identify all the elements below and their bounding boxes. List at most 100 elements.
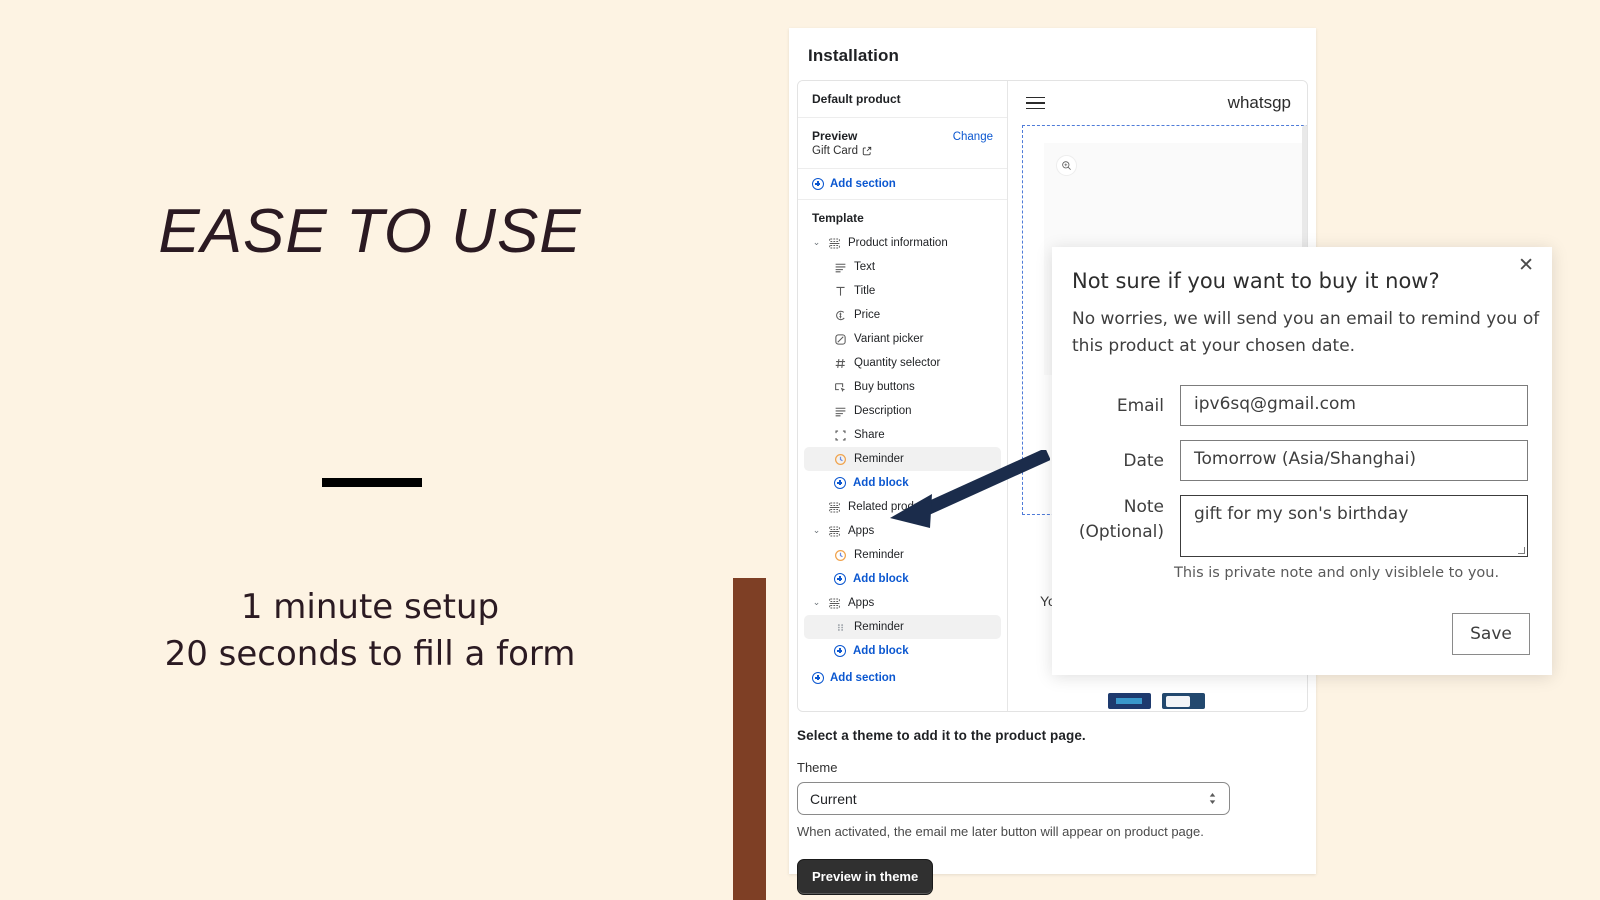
tree-item-apps[interactable]: ⌄ Apps (804, 591, 1001, 615)
tree-item-label: Apps (848, 525, 875, 537)
preview-product-value: Gift Card (812, 145, 993, 157)
plus-circle-icon (834, 477, 846, 489)
description-icon (834, 405, 847, 418)
store-topbar: whatsgp (1008, 81, 1307, 125)
tree-item-share[interactable]: Share (804, 423, 1001, 447)
plus-circle-icon (834, 645, 846, 657)
external-link-icon (862, 146, 872, 156)
page-headline: EASE TO USE (158, 197, 582, 266)
section-icon (828, 525, 841, 538)
default-product-section: Default product (798, 81, 1007, 118)
date-field[interactable]: Tomorrow (Asia/Shanghai) (1180, 440, 1528, 481)
close-icon[interactable]: ✕ (1518, 256, 1534, 275)
zoom-in-glyph (1062, 161, 1071, 170)
email-label: Email (1116, 396, 1164, 416)
modal-description: No worries, we will send you an email to… (1072, 309, 1540, 356)
hash-icon (834, 357, 847, 370)
email-field-row: Email ipv6sq@gmail.com (1062, 385, 1528, 426)
tree-item-product-information[interactable]: ⌄ Product information (804, 231, 1001, 255)
plus-circle-icon (812, 178, 824, 190)
text-icon (834, 261, 847, 274)
promo-subtext-line-2: 20 seconds to fill a form (164, 634, 576, 674)
zoom-in-icon[interactable] (1056, 155, 1077, 176)
variant-picker-icon (834, 333, 847, 346)
section-icon (828, 597, 841, 610)
theme-select[interactable]: Current (797, 782, 1230, 815)
payment-badge (1108, 693, 1151, 709)
reminder-modal: ✕ Not sure if you want to buy it now? No… (1052, 247, 1552, 675)
tree-item-title[interactable]: Title (804, 279, 1001, 303)
chevron-down-icon[interactable]: ⌄ (812, 237, 821, 248)
tree-item-buy-buttons[interactable]: Buy buttons (804, 375, 1001, 399)
promo-subtext: 1 minute setup 20 seconds to fill a form (0, 584, 740, 678)
reminder-app-icon (834, 549, 847, 562)
tree-item-label: Add block (853, 573, 909, 585)
plus-circle-icon (834, 573, 846, 585)
save-button[interactable]: Save (1452, 613, 1530, 655)
add-section-bottom-button[interactable]: Add section (798, 663, 1007, 693)
resize-handle-icon[interactable] (1518, 547, 1525, 554)
tree-item-label: Description (854, 405, 912, 417)
theme-section: Select a theme to add it to the product … (797, 728, 1297, 895)
tree-item-add-block[interactable]: Add block (804, 567, 1001, 591)
store-brand-name: whatsgp (1227, 93, 1291, 112)
title-icon (834, 285, 847, 298)
tree-item-label: Quantity selector (854, 357, 941, 369)
tree-item-price[interactable]: Price (804, 303, 1001, 327)
hamburger-icon[interactable] (1026, 96, 1045, 110)
note-help-text: This is private note and only visiblele … (1174, 565, 1500, 581)
theme-field-label: Theme (797, 760, 838, 775)
tree-item-variant-picker[interactable]: Variant picker (804, 327, 1001, 351)
template-tree: ⌄ Product information Text Title Price Varian… (798, 231, 1007, 663)
default-product-label: Default product (812, 92, 901, 106)
tree-item-quantity-selector[interactable]: Quantity selector (804, 351, 1001, 375)
preview-in-theme-button[interactable]: Preview in theme (797, 859, 934, 895)
accent-bar (733, 578, 766, 900)
tree-item-label: Add block (853, 645, 909, 657)
date-label: Date (1123, 451, 1164, 471)
tree-item-label: Text (854, 261, 876, 273)
note-label: Note (Optional) (1078, 497, 1164, 542)
tree-item-label: Apps (848, 597, 875, 609)
date-field-row: Date Tomorrow (Asia/Shanghai) (1062, 440, 1528, 481)
chevron-down-icon[interactable]: ⌄ (812, 525, 821, 536)
email-field[interactable]: ipv6sq@gmail.com (1180, 385, 1528, 426)
tree-item-label: Reminder (854, 549, 904, 561)
section-icon (828, 501, 841, 514)
drag-handle-icon (834, 621, 847, 634)
tree-item-label: Share (854, 429, 885, 441)
note-textarea[interactable]: gift for my son's birthday (1180, 495, 1528, 557)
share-icon (834, 429, 847, 442)
reminder-app-icon (834, 453, 847, 466)
tree-item-label: Price (854, 309, 881, 321)
chevron-updown-icon (1209, 793, 1216, 804)
preview-section: Preview Change Gift Card (798, 118, 1007, 169)
template-label: Template (812, 211, 864, 225)
promo-subtext-line-1: 1 minute setup (240, 587, 500, 627)
promo-column: EASE TO USE 1 minute setup 20 seconds to… (0, 0, 740, 900)
tree-item-label: Variant picker (854, 333, 924, 345)
payment-badge (1162, 693, 1205, 709)
plus-circle-icon (812, 672, 824, 684)
tree-item-label: Reminder (854, 621, 904, 633)
theme-heading: Select a theme to add it to the product … (797, 728, 1086, 743)
theme-select-value: Current (810, 790, 857, 807)
note-field-row: Note (Optional) gift for my son's birthd… (1062, 495, 1528, 557)
modal-title: Not sure if you want to buy it now? (1072, 269, 1440, 293)
theme-help-text: When activated, the email me later butto… (797, 824, 1204, 839)
tree-item-label: Buy buttons (854, 381, 915, 393)
price-icon (834, 309, 847, 322)
change-link[interactable]: Change (953, 131, 993, 143)
tree-item-reminder[interactable]: Reminder (804, 615, 1001, 639)
page-title: Installation (808, 46, 899, 65)
tree-item-description[interactable]: Description (804, 399, 1001, 423)
add-section-top-button[interactable]: Add section (798, 169, 1007, 200)
tree-item-label: Product information (848, 237, 948, 249)
theme-editor-sidebar: Default product Preview Change Gift Card (798, 81, 1008, 711)
divider-rule (322, 478, 422, 487)
chevron-down-icon[interactable]: ⌄ (812, 597, 821, 608)
tree-item-add-block[interactable]: Add block (804, 639, 1001, 663)
tree-item-text[interactable]: Text (804, 255, 1001, 279)
section-icon (828, 237, 841, 250)
tree-item-label: Title (854, 285, 876, 297)
